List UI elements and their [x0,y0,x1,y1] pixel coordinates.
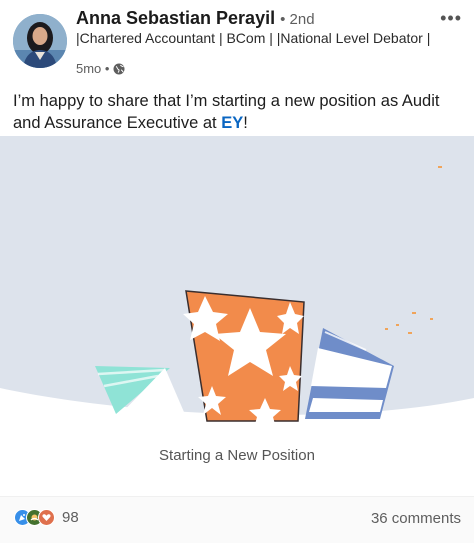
reaction-count[interactable]: 98 [62,509,79,526]
post-meta: 5mo • [76,61,125,76]
reactions-summary[interactable]: 98 [14,509,79,526]
avatar[interactable] [13,14,67,68]
post-text: I’m happy to share that I’m starting a n… [13,90,465,134]
connection-degree: • 2nd [280,11,315,28]
post-time: 5mo • [76,61,110,76]
author-name[interactable]: Anna Sebastian Perayil • 2nd [76,8,315,29]
avatar-photo [13,14,67,68]
new-position-illustration [0,136,474,436]
social-counts-bar: 98 36 comments [0,496,474,543]
globe-icon [113,63,125,74]
company-mention-link[interactable]: EY [221,114,243,132]
media-caption: Starting a New Position [159,447,315,464]
comments-count-link[interactable]: 36 comments [371,510,461,527]
post-media[interactable]: Starting a New Position [0,136,474,496]
post-header: Anna Sebastian Perayil • 2nd |Chartered … [0,0,474,88]
post-text-end: ! [243,114,248,132]
author-name-text[interactable]: Anna Sebastian Perayil [76,8,275,28]
love-icon [38,509,55,526]
more-options-icon[interactable]: ••• [440,8,462,29]
author-headline: |Chartered Accountant | BCom | |National… [76,30,431,46]
